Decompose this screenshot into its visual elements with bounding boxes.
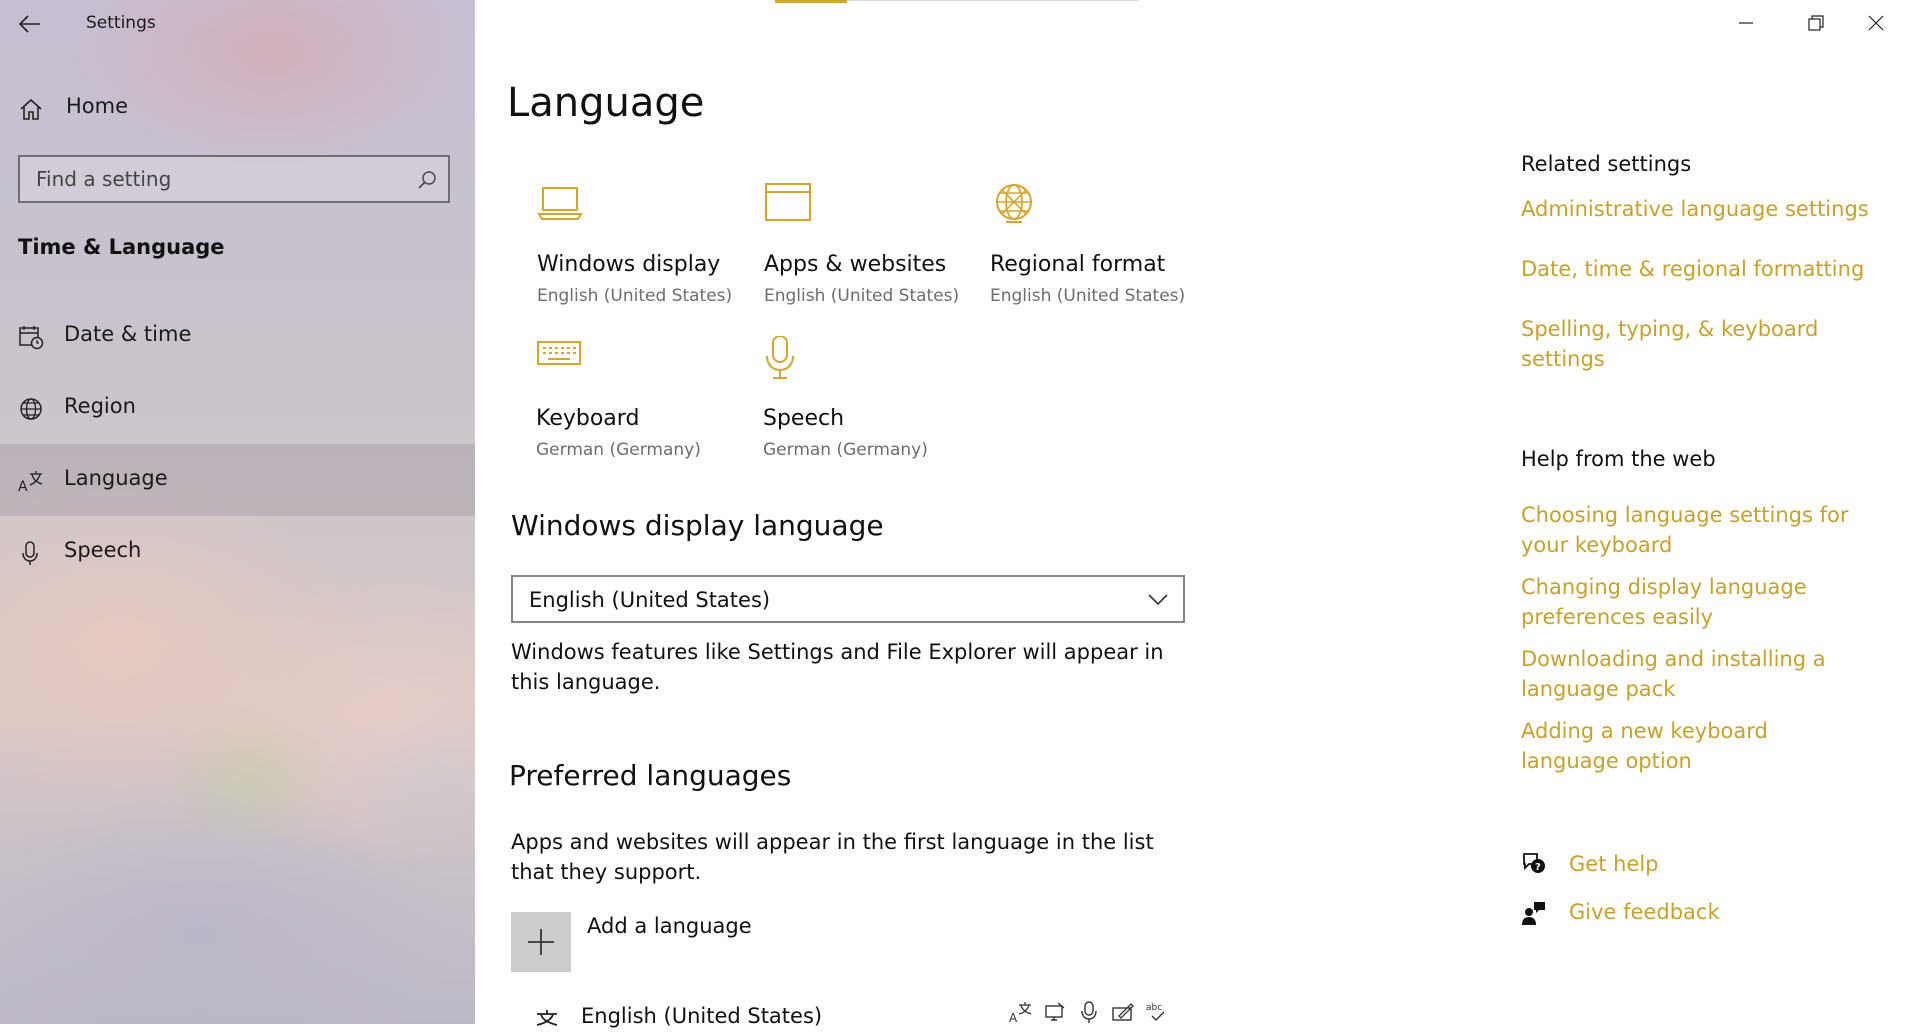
sidebar-item-label: Date & time <box>64 322 192 346</box>
tile-label: Apps & websites <box>764 252 947 277</box>
sidebar-item-label: Region <box>64 394 136 418</box>
give-feedback-link[interactable]: Give feedback <box>1569 900 1720 924</box>
sidebar-item-region[interactable]: Region <box>0 372 475 444</box>
tile-label: Regional format <box>990 252 1166 277</box>
keyboard-icon <box>537 341 581 365</box>
tile-label: Speech <box>763 406 845 431</box>
section-title: Time & Language <box>18 235 225 259</box>
close-icon <box>1868 15 1884 31</box>
sidebar-item-speech[interactable]: Speech <box>0 516 475 588</box>
app-title: Settings <box>86 13 156 33</box>
link-spelling-typing-keyboard-settings[interactable]: Spelling, typing, & keyboard settings <box>1521 314 1831 374</box>
microphone-icon <box>766 336 794 379</box>
svg-text:?: ? <box>1535 862 1541 873</box>
language-list-item[interactable]: English (United States) A abc <box>511 992 1181 1032</box>
globe-icon <box>20 398 42 420</box>
display-language-heading: Windows display language <box>511 509 884 542</box>
display-language-description: Windows features like Settings and File … <box>511 640 1164 694</box>
link-choosing-language-settings[interactable]: Choosing language settings for your keyb… <box>1521 500 1851 560</box>
preferred-languages-heading: Preferred languages <box>509 759 792 792</box>
minimize-button[interactable] <box>1716 0 1776 46</box>
sidebar-item-date-time[interactable]: Date & time <box>0 300 475 372</box>
microphone-icon <box>22 541 38 565</box>
add-language-label[interactable]: Add a language <box>587 914 752 938</box>
tile-label: Keyboard <box>536 406 640 431</box>
tile-label: Windows display <box>537 252 721 277</box>
restore-button[interactable] <box>1785 0 1845 46</box>
top-divider <box>847 0 1138 1</box>
svg-text:A: A <box>18 479 28 494</box>
help-from-web-heading: Help from the web <box>1521 447 1716 471</box>
related-settings-heading: Related settings <box>1521 152 1692 176</box>
tile-subtitle: English (United States) <box>990 286 1186 306</box>
language-name: English (United States) <box>581 1004 823 1028</box>
tile-apps-websites[interactable]: Apps & websites English (United States) <box>764 182 989 322</box>
get-help-link[interactable]: Get help <box>1569 852 1659 876</box>
link-downloading-language-pack[interactable]: Downloading and installing a language pa… <box>1521 644 1851 704</box>
svg-text:abc: abc <box>1146 1003 1162 1013</box>
restore-icon <box>1808 15 1824 31</box>
plus-icon <box>528 929 554 955</box>
language-display-icon <box>536 1010 558 1026</box>
tile-subtitle: German (Germany) <box>763 440 928 460</box>
display-language-value: English (United States) <box>529 588 771 612</box>
home-icon <box>20 98 42 120</box>
chevron-down-icon <box>1148 594 1168 606</box>
sidebar-item-label: Language <box>64 466 168 490</box>
svg-text:A: A <box>1009 1011 1018 1024</box>
tile-subtitle: English (United States) <box>537 286 733 306</box>
tile-regional-format[interactable]: Regional format English (United States) <box>990 182 1215 322</box>
search-box <box>18 155 450 203</box>
back-arrow-icon <box>18 15 40 33</box>
link-date-time-regional-formatting[interactable]: Date, time & regional formatting <box>1521 254 1881 284</box>
preferred-languages-description: Apps and websites will appear in the fir… <box>511 830 1154 884</box>
sidebar-item-label: Speech <box>64 538 142 562</box>
link-administrative-language-settings[interactable]: Administrative language settings <box>1521 194 1881 224</box>
laptop-icon <box>537 187 583 220</box>
spellcheck-icon: abc <box>1146 1003 1165 1021</box>
handwriting-icon <box>1112 1003 1134 1021</box>
get-help-icon: ? <box>1523 853 1545 873</box>
close-button[interactable] <box>1846 0 1906 46</box>
add-language-button[interactable] <box>511 912 571 972</box>
tile-keyboard[interactable]: Keyboard German (Germany) <box>536 336 761 476</box>
tile-speech[interactable]: Speech German (Germany) <box>763 336 988 476</box>
page-title: Language <box>507 80 705 126</box>
search-input[interactable] <box>20 157 416 201</box>
browser-window-icon <box>765 183 811 221</box>
speech-recognition-icon <box>1081 1001 1097 1023</box>
calendar-clock-icon <box>19 326 44 350</box>
display-language-feature-icon: A <box>1009 1002 1032 1024</box>
link-adding-keyboard-language[interactable]: Adding a new keyboard language option <box>1521 716 1871 776</box>
top-accent-bar <box>775 0 847 3</box>
tile-subtitle: German (Germany) <box>536 440 701 460</box>
globe-icon <box>996 184 1032 223</box>
minimize-icon <box>1739 22 1753 24</box>
sidebar-item-language[interactable]: A Language <box>0 444 475 516</box>
search-icon[interactable] <box>416 169 438 191</box>
language-icon: A <box>18 471 43 494</box>
give-feedback-icon <box>1522 902 1545 925</box>
link-changing-display-language[interactable]: Changing display language preferences ea… <box>1521 572 1851 632</box>
tile-windows-display[interactable]: Windows display English (United States) <box>537 182 762 322</box>
display-language-select[interactable]: English (United States) <box>511 575 1185 623</box>
tile-subtitle: English (United States) <box>764 286 960 306</box>
text-to-speech-icon <box>1045 1002 1065 1021</box>
sidebar: Settings Home Time & Language Date & tim… <box>0 0 475 1024</box>
sidebar-item-label: Home <box>66 94 129 118</box>
sidebar-item-home[interactable]: Home <box>0 72 475 144</box>
back-button[interactable] <box>16 10 44 38</box>
